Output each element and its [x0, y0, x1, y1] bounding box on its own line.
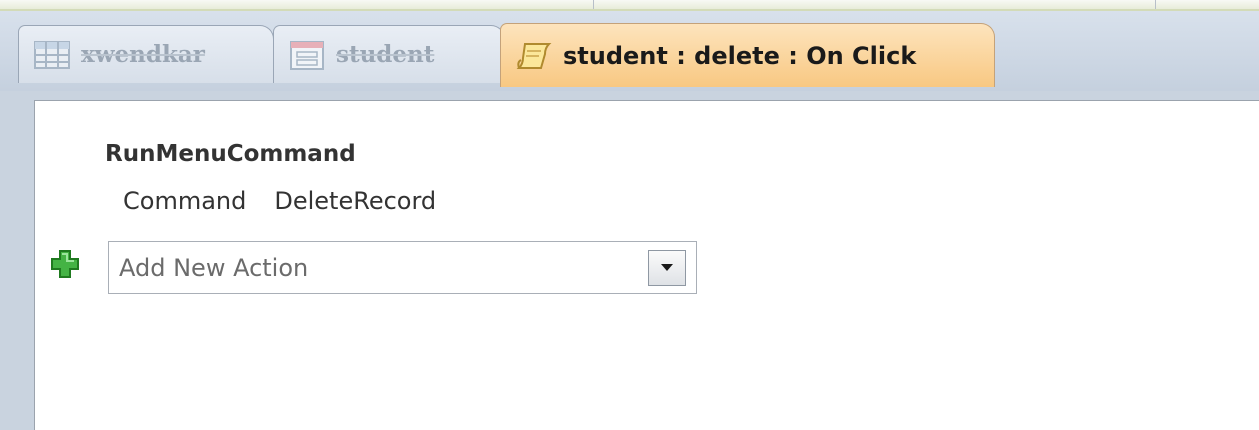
add-new-action-placeholder: Add New Action — [119, 253, 309, 282]
tab-xwendkar[interactable]: xwendkar — [18, 25, 274, 83]
add-new-action-combobox[interactable]: Add New Action — [108, 241, 697, 294]
table-icon — [34, 40, 70, 69]
document-tab-bar: xwendkar student student : delete : On C… — [0, 11, 1259, 91]
plus-icon[interactable] — [51, 250, 79, 278]
ribbon-edge — [0, 0, 1259, 11]
tab-macro-on-click[interactable]: student : delete : On Click — [500, 23, 995, 87]
macro-action-name[interactable]: RunMenuCommand — [105, 141, 356, 167]
macro-editor-pane: RunMenuCommand Command DeleteRecord Add … — [34, 100, 1259, 430]
macro-argument-row: Command DeleteRecord — [123, 187, 436, 215]
tab-student[interactable]: student — [273, 25, 505, 83]
chevron-down-icon — [661, 264, 673, 271]
argument-label: Command — [123, 187, 247, 215]
tab-label: xwendkar — [81, 41, 205, 68]
tab-label: student — [336, 41, 435, 68]
tab-label: student : delete : On Click — [563, 41, 917, 70]
form-icon — [290, 40, 324, 70]
argument-value[interactable]: DeleteRecord — [274, 187, 436, 215]
macro-icon — [516, 42, 552, 69]
dropdown-button[interactable] — [648, 249, 686, 286]
ribbon-separator — [593, 0, 594, 9]
ribbon-separator — [1155, 0, 1156, 9]
macro-designer-window: xwendkar student student : delete : On C… — [0, 0, 1259, 430]
